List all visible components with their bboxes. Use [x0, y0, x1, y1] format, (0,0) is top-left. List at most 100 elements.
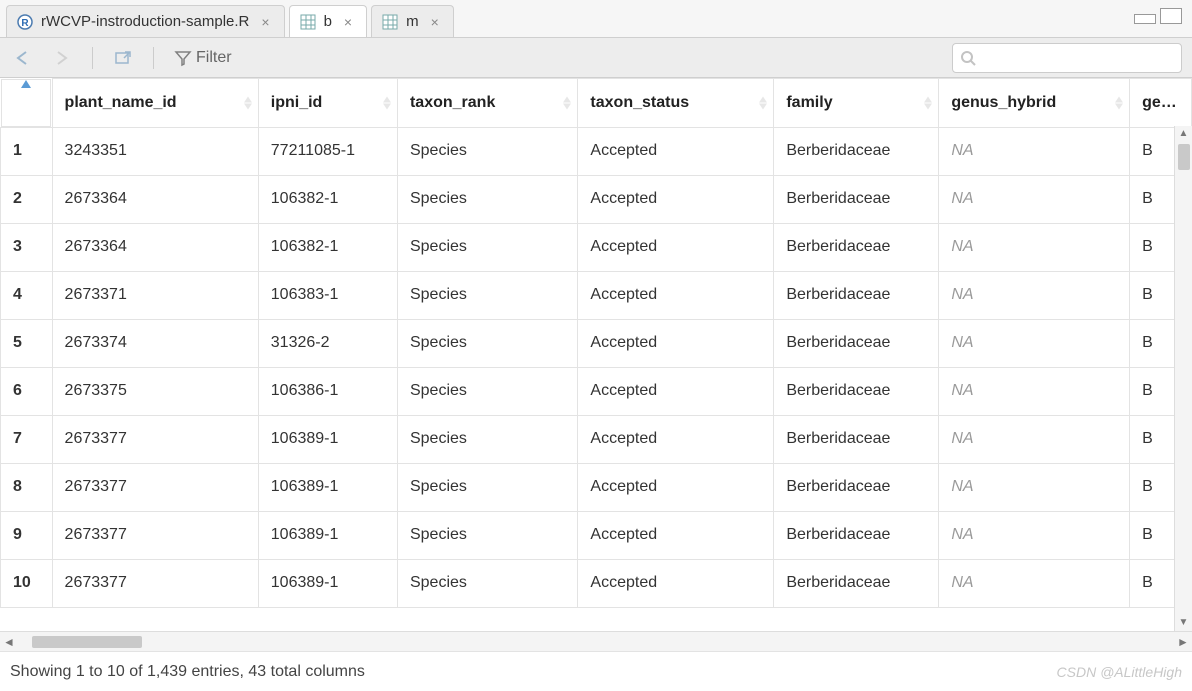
cell-taxon-rank: Species: [397, 271, 577, 319]
cell-ipni-id: 106382-1: [258, 175, 397, 223]
scroll-track[interactable]: [18, 635, 1174, 649]
cell-taxon-rank: Species: [397, 463, 577, 511]
cell-family: Berberidaceae: [774, 223, 939, 271]
cell-taxon-rank: Species: [397, 367, 577, 415]
sort-icon: [563, 96, 571, 109]
data-viewer-toolbar: Filter: [0, 38, 1192, 78]
table-row[interactable]: 1324335177211085-1SpeciesAcceptedBerberi…: [1, 127, 1192, 175]
sort-icon: [759, 96, 767, 109]
tab-label: m: [406, 13, 419, 30]
table-icon: [300, 14, 316, 30]
cell-taxon-status: Accepted: [578, 127, 774, 175]
col-genus-hybrid[interactable]: genus_hybrid: [939, 79, 1130, 128]
row-number: 2: [1, 175, 53, 223]
cell-genus-hybrid: NA: [939, 415, 1130, 463]
col-plant-name-id[interactable]: plant_name_id: [52, 79, 258, 128]
cell-ipni-id: 106389-1: [258, 463, 397, 511]
table-row[interactable]: 22673364106382-1SpeciesAcceptedBerberida…: [1, 175, 1192, 223]
cell-taxon-status: Accepted: [578, 223, 774, 271]
search-wrap: [952, 43, 1182, 73]
row-number: 6: [1, 367, 53, 415]
separator: [153, 47, 154, 69]
row-number: 7: [1, 415, 53, 463]
minimize-pane-button[interactable]: [1134, 14, 1156, 24]
cell-family: Berberidaceae: [774, 367, 939, 415]
cell-genus-hybrid: NA: [939, 223, 1130, 271]
scroll-down-icon[interactable]: ▼: [1175, 615, 1192, 631]
cell-taxon-status: Accepted: [578, 319, 774, 367]
col-label: taxon_rank: [410, 94, 495, 111]
cell-taxon-rank: Species: [397, 415, 577, 463]
row-header-corner[interactable]: [1, 79, 51, 127]
sort-icon: [244, 96, 252, 109]
vertical-scrollbar[interactable]: ▲ ▼: [1174, 126, 1192, 631]
cell-plant-name-id: 2673377: [52, 415, 258, 463]
table-row[interactable]: 62673375106386-1SpeciesAcceptedBerberida…: [1, 367, 1192, 415]
scroll-right-icon[interactable]: ►: [1174, 635, 1192, 649]
col-label: ipni_id: [271, 94, 323, 111]
table-row[interactable]: 32673364106382-1SpeciesAcceptedBerberida…: [1, 223, 1192, 271]
table-row[interactable]: 72673377106389-1SpeciesAcceptedBerberida…: [1, 415, 1192, 463]
table-row[interactable]: 102673377106389-1SpeciesAcceptedBerberid…: [1, 559, 1192, 607]
col-label: family: [786, 94, 832, 111]
table-row[interactable]: 92673377106389-1SpeciesAcceptedBerberida…: [1, 511, 1192, 559]
svg-text:R: R: [21, 18, 29, 29]
table-icon: [382, 14, 398, 30]
cell-family: Berberidaceae: [774, 175, 939, 223]
popout-button[interactable]: [109, 47, 137, 69]
window-controls: [1134, 8, 1182, 24]
col-genus-partial[interactable]: genu: [1130, 79, 1192, 128]
search-input[interactable]: [952, 43, 1182, 73]
forward-button[interactable]: [48, 47, 76, 69]
cell-ipni-id: 106382-1: [258, 223, 397, 271]
scroll-thumb[interactable]: [1178, 144, 1190, 170]
scroll-thumb[interactable]: [32, 636, 142, 648]
col-family[interactable]: family: [774, 79, 939, 128]
row-number: 3: [1, 223, 53, 271]
row-number: 10: [1, 559, 53, 607]
sort-icon: [383, 96, 391, 109]
scroll-track[interactable]: [1177, 142, 1191, 615]
col-taxon-status[interactable]: taxon_status: [578, 79, 774, 128]
cell-taxon-rank: Species: [397, 127, 577, 175]
filter-button[interactable]: Filter: [170, 47, 236, 69]
row-number: 9: [1, 511, 53, 559]
cell-taxon-status: Accepted: [578, 511, 774, 559]
cell-ipni-id: 106386-1: [258, 367, 397, 415]
tab-script[interactable]: R rWCVP-instroduction-sample.R ×: [6, 5, 285, 37]
close-icon[interactable]: ×: [340, 14, 352, 30]
cell-taxon-rank: Species: [397, 223, 577, 271]
cell-plant-name-id: 2673377: [52, 463, 258, 511]
cell-plant-name-id: 2673377: [52, 559, 258, 607]
cell-plant-name-id: 2673375: [52, 367, 258, 415]
horizontal-scrollbar[interactable]: ◄ ►: [0, 631, 1192, 651]
cell-taxon-rank: Species: [397, 511, 577, 559]
cell-taxon-rank: Species: [397, 175, 577, 223]
cell-family: Berberidaceae: [774, 271, 939, 319]
maximize-pane-button[interactable]: [1160, 8, 1182, 24]
col-ipni-id[interactable]: ipni_id: [258, 79, 397, 128]
cell-family: Berberidaceae: [774, 415, 939, 463]
cell-family: Berberidaceae: [774, 511, 939, 559]
table-row[interactable]: 42673371106383-1SpeciesAcceptedBerberida…: [1, 271, 1192, 319]
cell-taxon-rank: Species: [397, 559, 577, 607]
scroll-up-icon[interactable]: ▲: [1175, 126, 1192, 142]
back-button[interactable]: [10, 47, 38, 69]
close-icon[interactable]: ×: [257, 14, 269, 30]
cell-ipni-id: 77211085-1: [258, 127, 397, 175]
tab-data-m[interactable]: m ×: [371, 5, 454, 37]
table-row[interactable]: 82673377106389-1SpeciesAcceptedBerberida…: [1, 463, 1192, 511]
cell-taxon-status: Accepted: [578, 415, 774, 463]
close-icon[interactable]: ×: [427, 14, 439, 30]
col-label: plant_name_id: [65, 94, 177, 111]
tab-data-b[interactable]: b ×: [289, 5, 368, 37]
col-taxon-rank[interactable]: taxon_rank: [397, 79, 577, 128]
row-number: 1: [1, 127, 53, 175]
cell-plant-name-id: 2673364: [52, 223, 258, 271]
cell-genus-hybrid: NA: [939, 463, 1130, 511]
cell-genus-hybrid: NA: [939, 511, 1130, 559]
scroll-left-icon[interactable]: ◄: [0, 635, 18, 649]
table-row[interactable]: 5267337431326-2SpeciesAcceptedBerberidac…: [1, 319, 1192, 367]
cell-taxon-status: Accepted: [578, 463, 774, 511]
cell-plant-name-id: 2673364: [52, 175, 258, 223]
